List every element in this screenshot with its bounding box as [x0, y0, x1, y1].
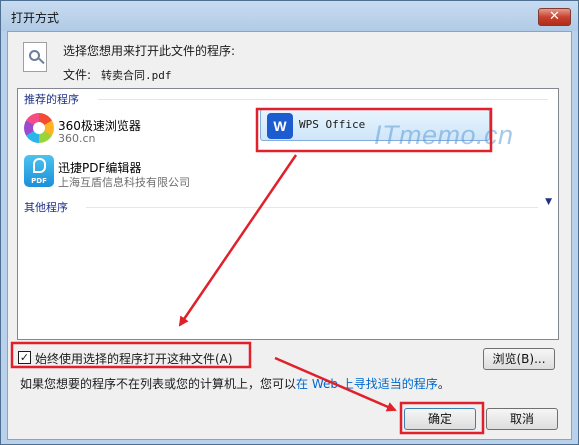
file-line: 文件: 转卖合同.pdf — [63, 66, 172, 83]
pdf-editor-icon: PDF — [24, 155, 54, 187]
close-button[interactable]: ✕ — [538, 8, 571, 26]
always-use-label[interactable]: 始终使用选择的程序打开这种文件(A) — [35, 350, 233, 367]
app-360-browser[interactable]: 360极速浏览器 360.cn — [24, 113, 244, 155]
app-name: WPS Office — [299, 118, 366, 131]
360-browser-icon — [24, 113, 54, 143]
app-publisher: 上海互盾信息科技有限公司 — [58, 176, 190, 189]
app-publisher: 360.cn — [58, 132, 96, 145]
file-search-icon — [23, 42, 47, 72]
open-with-dialog: 打开方式 ✕ 选择您想用来打开此文件的程序: 文件: 转卖合同.pdf 推荐的程序… — [0, 0, 579, 445]
chevron-down-icon[interactable]: ▼ — [545, 197, 552, 207]
file-label: 文件: — [63, 68, 92, 82]
app-pdf-editor[interactable]: PDF 迅捷PDF编辑器 上海互盾信息科技有限公司 — [24, 155, 244, 197]
ok-button[interactable]: 确定 — [404, 408, 476, 430]
wps-icon: W — [267, 113, 293, 139]
window-title: 打开方式 — [11, 11, 60, 25]
other-programs-header: 其他程序 — [24, 201, 68, 214]
footer-text: 如果您想要的程序不在列表或您的计算机上，您可以在 Web 上寻找适当的程序。 — [20, 377, 450, 391]
prompt-text: 选择您想用来打开此文件的程序: — [63, 44, 236, 58]
web-search-link[interactable]: 在 Web 上寻找适当的程序 — [296, 377, 438, 391]
browse-button[interactable]: 浏览(B)... — [483, 348, 555, 370]
cancel-button[interactable]: 取消 — [486, 408, 558, 430]
watermark: ITmemo.cn — [374, 120, 514, 150]
file-name: 转卖合同.pdf — [101, 69, 172, 82]
dialog-content: 选择您想用来打开此文件的程序: 文件: 转卖合同.pdf 推荐的程序 360极速浏… — [7, 31, 572, 440]
close-icon: ✕ — [549, 9, 560, 24]
always-use-checkbox[interactable]: ✓ — [18, 351, 31, 364]
title-bar: 打开方式 ✕ — [1, 1, 578, 31]
recommended-programs-header: 推荐的程序 — [24, 93, 79, 106]
